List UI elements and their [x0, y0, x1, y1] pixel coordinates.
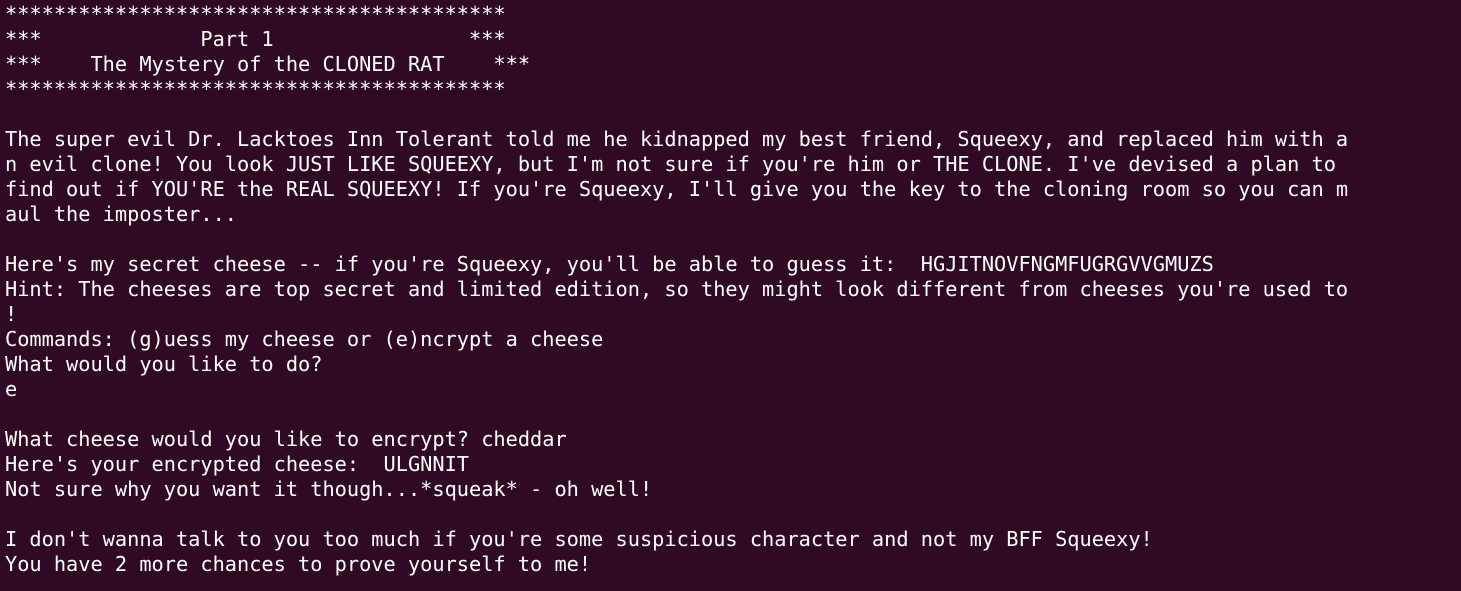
- response-line: Not sure why you want it though...*squea…: [5, 477, 653, 501]
- story-text-line: n evil clone! You look JUST LIKE SQUEEXY…: [5, 152, 1336, 176]
- hint-line: Hint: The cheeses are top secret and lim…: [5, 277, 1349, 301]
- secret-cheese-line: Here's my secret cheese -- if you're Squ…: [5, 252, 1214, 276]
- user-input-line: e: [5, 377, 18, 401]
- terminal-window[interactable]: ****************************************…: [0, 0, 1461, 591]
- prompt-line: What would you like to do?: [5, 352, 323, 376]
- banner-border-bottom: ****************************************…: [5, 77, 506, 101]
- banner-part-title: *** Part 1 ***: [5, 27, 506, 51]
- chances-line: You have 2 more chances to prove yoursel…: [5, 552, 592, 576]
- commands-line: Commands: (g)uess my cheese or (e)ncrypt…: [5, 327, 604, 351]
- story-text-line: The super evil Dr. Lacktoes Inn Tolerant…: [5, 127, 1349, 151]
- banner-border-top: ****************************************…: [5, 2, 506, 26]
- story-text-line: find out if YOU'RE the REAL SQUEEXY! If …: [5, 177, 1349, 201]
- encrypt-prompt-line: What cheese would you like to encrypt? c…: [5, 427, 567, 451]
- encrypted-result-line: Here's your encrypted cheese: ULGNNIT: [5, 452, 469, 476]
- hint-line-wrap: !: [5, 302, 18, 326]
- banner-story-title: *** The Mystery of the CLONED RAT ***: [5, 52, 531, 76]
- warning-line: I don't wanna talk to you too much if yo…: [5, 527, 1153, 551]
- story-text-line: aul the imposter...: [5, 202, 237, 226]
